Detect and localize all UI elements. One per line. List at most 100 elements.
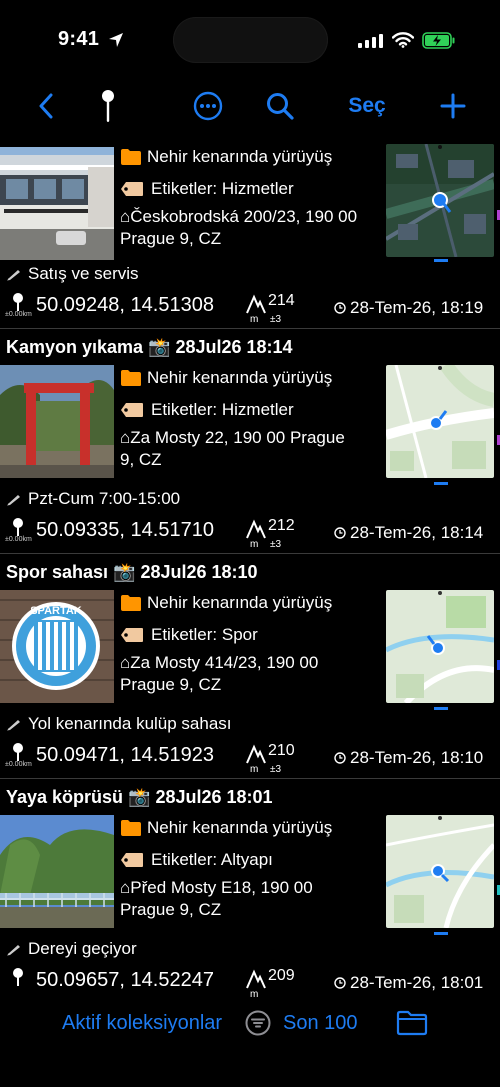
entry-address: ⌂Před Mosty E18, 190 00 Prague 9, CZ: [120, 878, 313, 919]
filter-icon[interactable]: [245, 1010, 271, 1036]
entry-info: Nehir kenarında yürüyüş Etiketler: Hizme…: [120, 365, 382, 471]
altitude-value: 214: [268, 292, 295, 309]
entry-collection: Nehir kenarında yürüyüş: [147, 593, 333, 612]
entry-note: Satış ve servis: [0, 260, 500, 288]
altitude-unit: m: [250, 764, 259, 775]
clock-icon: [334, 752, 346, 764]
entry-map-thumbnail[interactable]: [386, 365, 494, 478]
pencil-icon: [7, 270, 20, 281]
datetime: 28-Tem-26, 18:10: [350, 748, 484, 767]
entry-address: ⌂Českobrodská 200/23, 190 00 Prague 9, C…: [120, 207, 358, 248]
datetime: 28-Tem-26, 18:19: [350, 298, 484, 317]
entry-note: Pzt-Cum 7:00-15:00: [0, 485, 500, 513]
entry-location-row: 50.09657, 14.52247 209 m 28-Tem-26, 18:0…: [0, 963, 500, 1003]
pin-icon: [13, 293, 23, 311]
entry-title: Kamyon yıkama 📸 28Jul26 18:14: [6, 336, 293, 357]
altitude-accuracy: ±3: [270, 539, 282, 550]
clock-icon: [334, 977, 346, 989]
pin-icon: [13, 518, 23, 536]
accuracy-label: ±0.00km: [5, 761, 32, 768]
folder-icon: [121, 370, 141, 386]
entry-photo[interactable]: [0, 147, 114, 260]
altitude-icon: [246, 744, 266, 764]
datetime: 28-Tem-26, 18:01: [350, 973, 484, 992]
altitude-value: 212: [268, 517, 295, 534]
entry-collection: Nehir kenarında yürüyüş: [147, 147, 333, 166]
battery-charging-icon: [422, 32, 455, 49]
folder-icon: [121, 149, 141, 165]
entry-title: Spor sahası 📸 28Jul26 18:10: [6, 561, 258, 582]
list-item[interactable]: Spor sahası 📸 28Jul26 18:10 SPARTAK Nehi…: [0, 554, 500, 779]
entry-title: Yaya köprüsü 📸 28Jul26 18:01: [6, 786, 273, 807]
bottom-bar: Aktif koleksiyonlar Son 100: [0, 1000, 500, 1050]
entry-note: Dereyi geçiyor: [0, 935, 500, 963]
last-100-button[interactable]: Son 100: [283, 1012, 358, 1035]
entry-photo[interactable]: [0, 365, 114, 478]
datetime: 28-Tem-26, 18:14: [350, 523, 484, 542]
entry-map-thumbnail[interactable]: [386, 144, 494, 257]
coordinates: 50.09471, 14.51923: [36, 744, 214, 766]
folder-button-icon[interactable]: [396, 1010, 428, 1036]
altitude-icon: [246, 519, 266, 539]
coordinates: 50.09248, 14.51308: [36, 294, 214, 316]
folder-icon: [121, 595, 141, 611]
entry-address: ⌂Za Mosty 22, 190 00 Prague 9, CZ: [120, 428, 345, 469]
tag-icon: [121, 403, 143, 417]
wifi-icon: [392, 32, 414, 48]
accuracy-label: ±0.00km: [5, 311, 32, 318]
list-item[interactable]: Kamyon yıkama 📸 28Jul26 18:14 Nehir kena…: [0, 329, 500, 554]
map-indicator: [434, 707, 448, 710]
entry-tags: Etiketler: Altyapı: [151, 850, 273, 869]
altitude-icon: [246, 969, 266, 989]
entry-note: Yol kenarında kulüp sahası: [0, 710, 500, 738]
location-arrow-icon: [109, 33, 123, 47]
svg-text:SPARTAK: SPARTAK: [30, 605, 82, 617]
dynamic-island: [173, 17, 328, 63]
tag-icon: [121, 182, 143, 196]
entry-photo[interactable]: SPARTAK: [0, 590, 114, 703]
active-collections-button[interactable]: Aktif koleksiyonlar: [62, 1012, 222, 1035]
entry-map-thumbnail[interactable]: [386, 590, 494, 703]
pencil-icon: [7, 495, 20, 506]
entry-location-row: ±0.00km 50.09471, 14.51923 210 m ±3 28-T…: [0, 738, 500, 778]
status-time: 9:41: [58, 28, 100, 50]
list-item[interactable]: Yaya köprüsü 📸 28Jul26 18:01 Nehir kenar…: [0, 779, 500, 1003]
entry-map-thumbnail[interactable]: [386, 815, 494, 928]
coordinates: 50.09657, 14.52247: [36, 969, 214, 991]
entry-location-row: ±0.00km 50.09248, 14.51308 214 m ±3 28-T…: [0, 288, 500, 328]
status-bar: 9:41: [0, 0, 500, 80]
map-indicator: [434, 482, 448, 485]
map-indicator: [434, 259, 448, 262]
entry-location-row: ±0.00km 50.09335, 14.51710 212 m ±3 28-T…: [0, 513, 500, 553]
folder-icon: [121, 820, 141, 836]
list-item[interactable]: Nehir kenarında yürüyüş Etiketler: Hizme…: [0, 106, 500, 329]
accuracy-label: ±0.00km: [5, 536, 32, 543]
altitude-unit: m: [250, 314, 259, 325]
entry-info: Nehir kenarında yürüyüş Etiketler: Altya…: [120, 815, 382, 921]
entry-collection: Nehir kenarında yürüyüş: [147, 818, 333, 837]
location-list: Nehir kenarında yürüyüş Etiketler: Hizme…: [0, 140, 500, 1003]
altitude-accuracy: ±3: [270, 764, 282, 775]
pencil-icon: [7, 945, 20, 956]
entry-info: Nehir kenarında yürüyüş Etiketler: Hizme…: [120, 144, 382, 250]
entry-photo[interactable]: [0, 815, 114, 928]
altitude-icon: [246, 294, 266, 314]
altitude-value: 210: [268, 742, 295, 759]
tag-icon: [121, 628, 143, 642]
coordinates: 50.09335, 14.51710: [36, 519, 214, 541]
altitude-value: 209: [268, 967, 295, 984]
entry-collection: Nehir kenarında yürüyüş: [147, 368, 333, 387]
cellular-signal-icon: [358, 34, 383, 48]
pin-icon: [13, 743, 23, 761]
pencil-icon: [7, 720, 20, 731]
entry-tags: Etiketler: Hizmetler: [151, 400, 294, 419]
altitude-accuracy: ±3: [270, 314, 282, 325]
entry-tags: Etiketler: Spor: [151, 625, 258, 644]
tag-icon: [121, 853, 143, 867]
entry-tags: Etiketler: Hizmetler: [151, 179, 294, 198]
entry-info: Nehir kenarında yürüyüş Etiketler: Spor …: [120, 590, 382, 696]
clock-icon: [334, 527, 346, 539]
altitude-unit: m: [250, 989, 259, 1000]
altitude-unit: m: [250, 539, 259, 550]
clock-icon: [334, 302, 346, 314]
